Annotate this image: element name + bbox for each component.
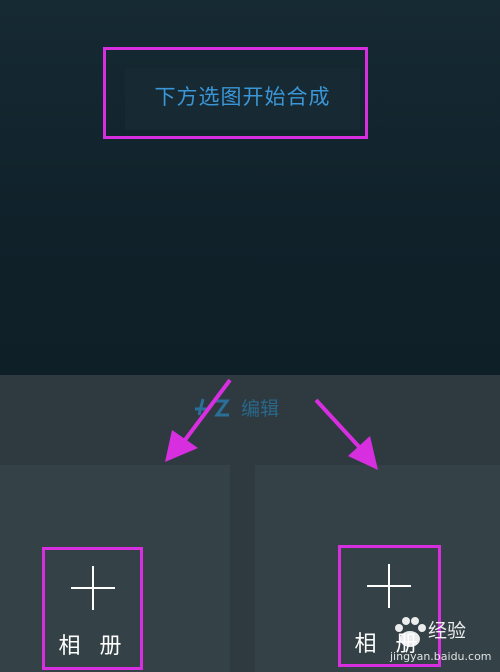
- watermark-url: jingyan.baidu.com: [390, 650, 492, 663]
- hint-highlight-box: [103, 47, 368, 139]
- watermark: 经验 jingyan.baidu.com: [384, 608, 496, 668]
- edit-button[interactable]: 编辑: [193, 393, 279, 421]
- edit-icon: [195, 398, 230, 417]
- edit-label: 编辑: [241, 397, 280, 420]
- watermark-brand: 经验: [428, 620, 467, 642]
- baidu-paw-icon: [395, 617, 426, 647]
- album-highlight-left: [42, 547, 143, 670]
